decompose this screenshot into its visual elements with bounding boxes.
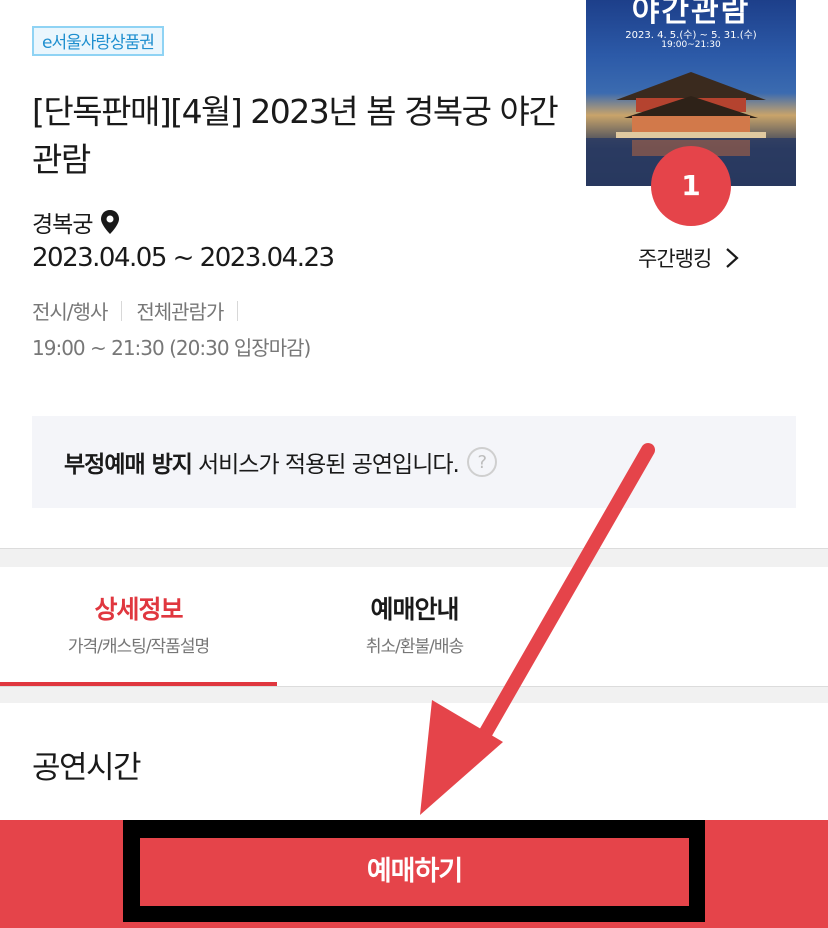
venue-link[interactable]: 경복궁 [32, 204, 120, 240]
tab-sublabel: 취소/환불/배송 [365, 637, 464, 657]
tab-label: 상세정보 [94, 595, 183, 624]
tab-sublabel: 가격/캐스팅/작품설명 [67, 637, 210, 657]
anti-scalping-notice: 부정예매 방지 서비스가 적용된 공연입니다. ? [32, 416, 796, 508]
notice-text: 서비스가 적용된 공연입니다. [197, 452, 460, 478]
section-divider [0, 548, 828, 567]
location-pin-icon [101, 210, 120, 234]
show-time: 19:00 ~ 21:30 (20:30 입장마감) [32, 336, 311, 360]
weekly-ranking-link[interactable]: 주간랭킹 [638, 240, 739, 276]
book-button[interactable]: 예매하기 [140, 838, 689, 906]
tab-label: 예매안내 [370, 595, 459, 624]
event-meta: 전시/행사 전체관람가 [32, 296, 252, 325]
weekly-ranking-label: 주간랭킹 [638, 247, 712, 271]
voucher-badge: e서울사랑상품권 [32, 26, 164, 56]
category-label: 전시/행사 [32, 300, 108, 324]
chevron-right-icon [726, 248, 739, 268]
divider [237, 300, 239, 321]
section-divider [0, 686, 828, 703]
tab-booking-info[interactable]: 예매안내 취소/환불/배송 [276, 590, 553, 657]
help-icon[interactable]: ? [466, 447, 497, 477]
divider [121, 300, 123, 321]
notice-bold: 부정예매 방지 [64, 452, 193, 478]
section-title: 공연시간 [32, 750, 142, 786]
event-dates: 2023.04.05 ~ 2023.04.23 [32, 243, 335, 273]
ranking-number-badge: 1 [651, 146, 731, 226]
tab-detail-info[interactable]: 상세정보 가격/캐스팅/작품설명 [0, 590, 277, 657]
age-rating: 전체관람가 [136, 300, 224, 324]
page-title: [단독판매][4월] 2023년 봄 경복궁 야간관람 [32, 92, 559, 179]
venue-name: 경복궁 [32, 212, 93, 238]
